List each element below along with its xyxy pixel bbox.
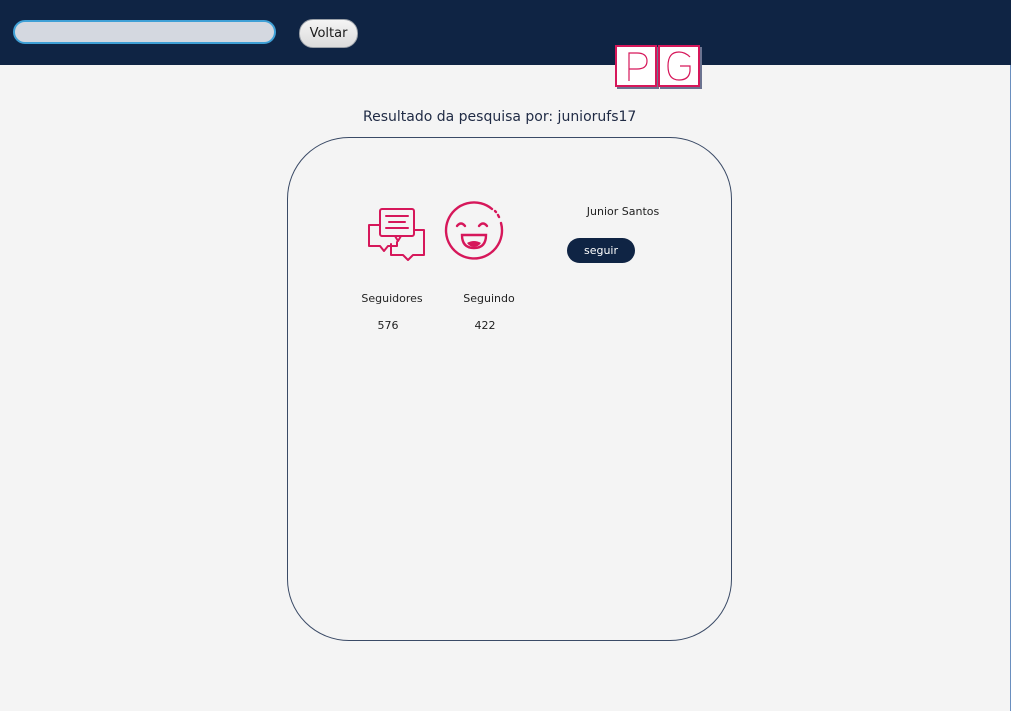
logo-letter-p (615, 45, 657, 87)
logo (615, 45, 700, 87)
logo-g-glyph (667, 51, 691, 81)
back-button[interactable]: Voltar (299, 19, 358, 48)
following-count: 422 (474, 319, 496, 332)
followers-count: 576 (377, 319, 399, 332)
logo-letter-g (658, 45, 700, 87)
chat-bubbles-icon (367, 206, 427, 262)
followers-label: Seguidores (361, 292, 423, 305)
logo-p-glyph (628, 52, 648, 81)
profile-name: Junior Santos (586, 205, 660, 218)
search-input[interactable] (13, 20, 276, 44)
follow-button[interactable]: seguir (567, 238, 635, 263)
top-bar: Voltar (0, 0, 1011, 65)
search-result-heading: Resultado da pesquisa por: juniorufs17 (363, 109, 637, 125)
following-label: Seguindo (463, 292, 515, 305)
smiley-face-icon (443, 201, 505, 263)
